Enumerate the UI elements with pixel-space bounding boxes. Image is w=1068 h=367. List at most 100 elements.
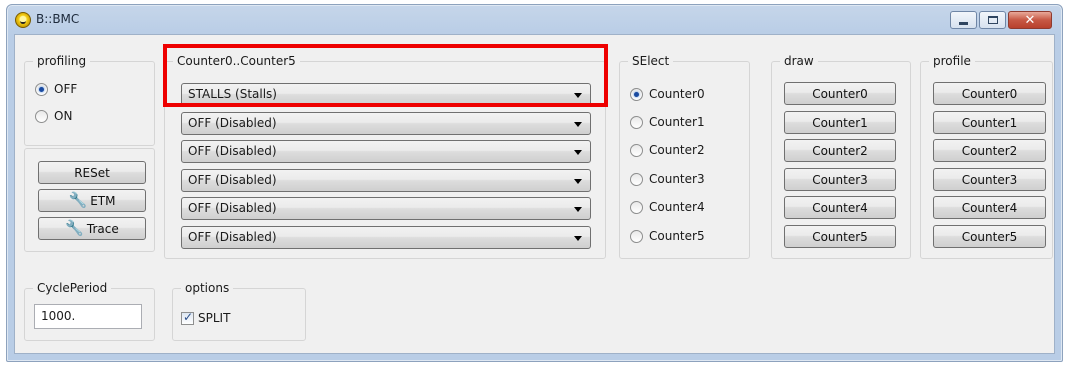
dialog-client-area: profiling OFF ON RESet 🔧 ETM 🔧 Trace Count… (14, 34, 1055, 354)
counter2-value: OFF (Disabled) (188, 144, 277, 158)
maximize-icon (987, 16, 998, 24)
wrench-icon: 🔧 (68, 191, 88, 209)
profile-counter4-label: Counter4 (961, 200, 1018, 215)
app-smiley-icon (15, 12, 31, 28)
select-counter3-label: Counter3 (649, 172, 705, 186)
select-group: SElect Counter0 Counter1 Counter2 Counte… (619, 53, 750, 259)
bmc-window: B::BMC ✕ profiling OFF ON RESet 🔧 ETM 🔧 Tr… (6, 4, 1063, 362)
profile-counter4-button[interactable]: Counter4 (933, 196, 1046, 219)
counter2-select[interactable]: OFF (Disabled) (181, 140, 591, 163)
counter1-select[interactable]: OFF (Disabled) (181, 112, 591, 135)
etm-button[interactable]: 🔧 ETM (38, 189, 146, 212)
counter0-value: STALLS (Stalls) (188, 87, 277, 101)
select-counter3-radio[interactable]: Counter3 (630, 170, 705, 188)
draw-counter4-label: Counter4 (812, 200, 868, 215)
radio-unselected-icon (630, 115, 643, 129)
checkbox-checked-icon (181, 310, 194, 325)
draw-counter5-label: Counter5 (812, 229, 868, 244)
options-group: options SPLIT (172, 280, 306, 341)
radio-unselected-icon (630, 143, 643, 157)
dropdown-arrow-icon (574, 150, 582, 155)
minimize-icon (959, 21, 968, 25)
select-counter2-radio[interactable]: Counter2 (630, 141, 705, 159)
profiling-off-label: OFF (54, 82, 78, 96)
profiling-group-label: profiling (33, 53, 91, 69)
trace-button[interactable]: 🔧 Trace (38, 217, 146, 240)
dropdown-arrow-icon (574, 179, 582, 184)
profiling-off-radio[interactable]: OFF (35, 80, 77, 98)
profile-counter3-button[interactable]: Counter3 (933, 168, 1046, 191)
draw-counter3-label: Counter3 (812, 172, 868, 187)
reset-button[interactable]: RESet (38, 161, 146, 184)
select-counter1-radio[interactable]: Counter1 (630, 113, 705, 131)
counters-group: Counter0..Counter5 STALLS (Stalls) OFF (… (164, 53, 606, 259)
profile-counter1-button[interactable]: Counter1 (933, 111, 1046, 134)
draw-counter1-button[interactable]: Counter1 (784, 111, 896, 134)
window-title: B::BMC (36, 12, 80, 26)
draw-counter3-button[interactable]: Counter3 (784, 168, 896, 191)
profile-counter0-button[interactable]: Counter0 (933, 82, 1046, 105)
minimize-button[interactable] (950, 11, 977, 29)
counters-group-label: Counter0..Counter5 (173, 53, 300, 69)
select-counter4-label: Counter4 (649, 200, 705, 214)
radio-selected-icon (630, 87, 643, 101)
actions-group: RESet 🔧 ETM 🔧 Trace (24, 148, 155, 252)
profile-counter5-label: Counter5 (961, 229, 1018, 244)
profile-counter2-label: Counter2 (961, 143, 1018, 158)
split-checkbox[interactable]: SPLIT (181, 309, 230, 327)
counter1-value: OFF (Disabled) (188, 116, 277, 130)
select-counter0-radio[interactable]: Counter0 (630, 85, 705, 103)
cycleperiod-group-label: CyclePeriod (33, 280, 112, 296)
draw-counter4-button[interactable]: Counter4 (784, 196, 896, 219)
split-label: SPLIT (198, 311, 231, 325)
title-bar[interactable]: B::BMC ✕ (7, 5, 1062, 35)
profile-counter0-label: Counter0 (961, 86, 1018, 101)
draw-counter5-button[interactable]: Counter5 (784, 225, 896, 248)
wrench-icon: 🔧 (65, 219, 84, 237)
profile-counter5-button[interactable]: Counter5 (933, 225, 1046, 248)
counter3-value: OFF (Disabled) (188, 173, 277, 187)
counter4-value: OFF (Disabled) (188, 201, 277, 215)
radio-unselected-icon (35, 109, 48, 123)
caption-buttons: ✕ (950, 11, 1052, 29)
counter4-select[interactable]: OFF (Disabled) (181, 197, 591, 220)
profiling-on-radio[interactable]: ON (35, 107, 72, 125)
radio-unselected-icon (630, 200, 643, 214)
radio-unselected-icon (630, 172, 643, 186)
dropdown-arrow-icon (574, 207, 582, 212)
select-counter2-label: Counter2 (649, 143, 705, 157)
profiling-group: profiling OFF ON (24, 53, 155, 146)
draw-counter1-label: Counter1 (812, 115, 868, 130)
select-counter0-label: Counter0 (649, 87, 705, 101)
dropdown-arrow-icon (574, 93, 582, 98)
profile-counter2-button[interactable]: Counter2 (933, 139, 1046, 162)
draw-counter2-button[interactable]: Counter2 (784, 139, 896, 162)
maximize-button[interactable] (979, 11, 1006, 29)
draw-counter0-button[interactable]: Counter0 (784, 82, 896, 105)
draw-counter2-label: Counter2 (812, 143, 868, 158)
close-button[interactable]: ✕ (1008, 11, 1052, 29)
select-group-label: SElect (628, 53, 674, 69)
counter5-select[interactable]: OFF (Disabled) (181, 226, 591, 249)
radio-selected-icon (35, 82, 48, 96)
dropdown-arrow-icon (574, 236, 582, 241)
counter3-select[interactable]: OFF (Disabled) (181, 169, 591, 192)
select-counter4-radio[interactable]: Counter4 (630, 198, 705, 216)
trace-button-label: Trace (86, 221, 119, 236)
radio-unselected-icon (630, 229, 643, 243)
counter0-select[interactable]: STALLS (Stalls) (181, 83, 591, 106)
profile-group: profile Counter0 Counter1 Counter2 Count… (920, 53, 1053, 259)
select-counter5-radio[interactable]: Counter5 (630, 227, 705, 245)
draw-counter0-label: Counter0 (812, 86, 868, 101)
counter5-value: OFF (Disabled) (188, 230, 277, 244)
select-counter5-label: Counter5 (649, 229, 705, 243)
dropdown-arrow-icon (574, 122, 582, 127)
draw-group-label: draw (780, 53, 818, 69)
profile-counter3-label: Counter3 (961, 172, 1018, 187)
profile-counter1-label: Counter1 (961, 115, 1018, 130)
cycleperiod-group: CyclePeriod 1000. (24, 280, 155, 341)
close-icon: ✕ (1024, 12, 1036, 28)
draw-group: draw Counter0 Counter1 Counter2 Counter3… (771, 53, 911, 259)
cycleperiod-input[interactable]: 1000. (34, 304, 142, 329)
select-counter1-label: Counter1 (649, 115, 705, 129)
